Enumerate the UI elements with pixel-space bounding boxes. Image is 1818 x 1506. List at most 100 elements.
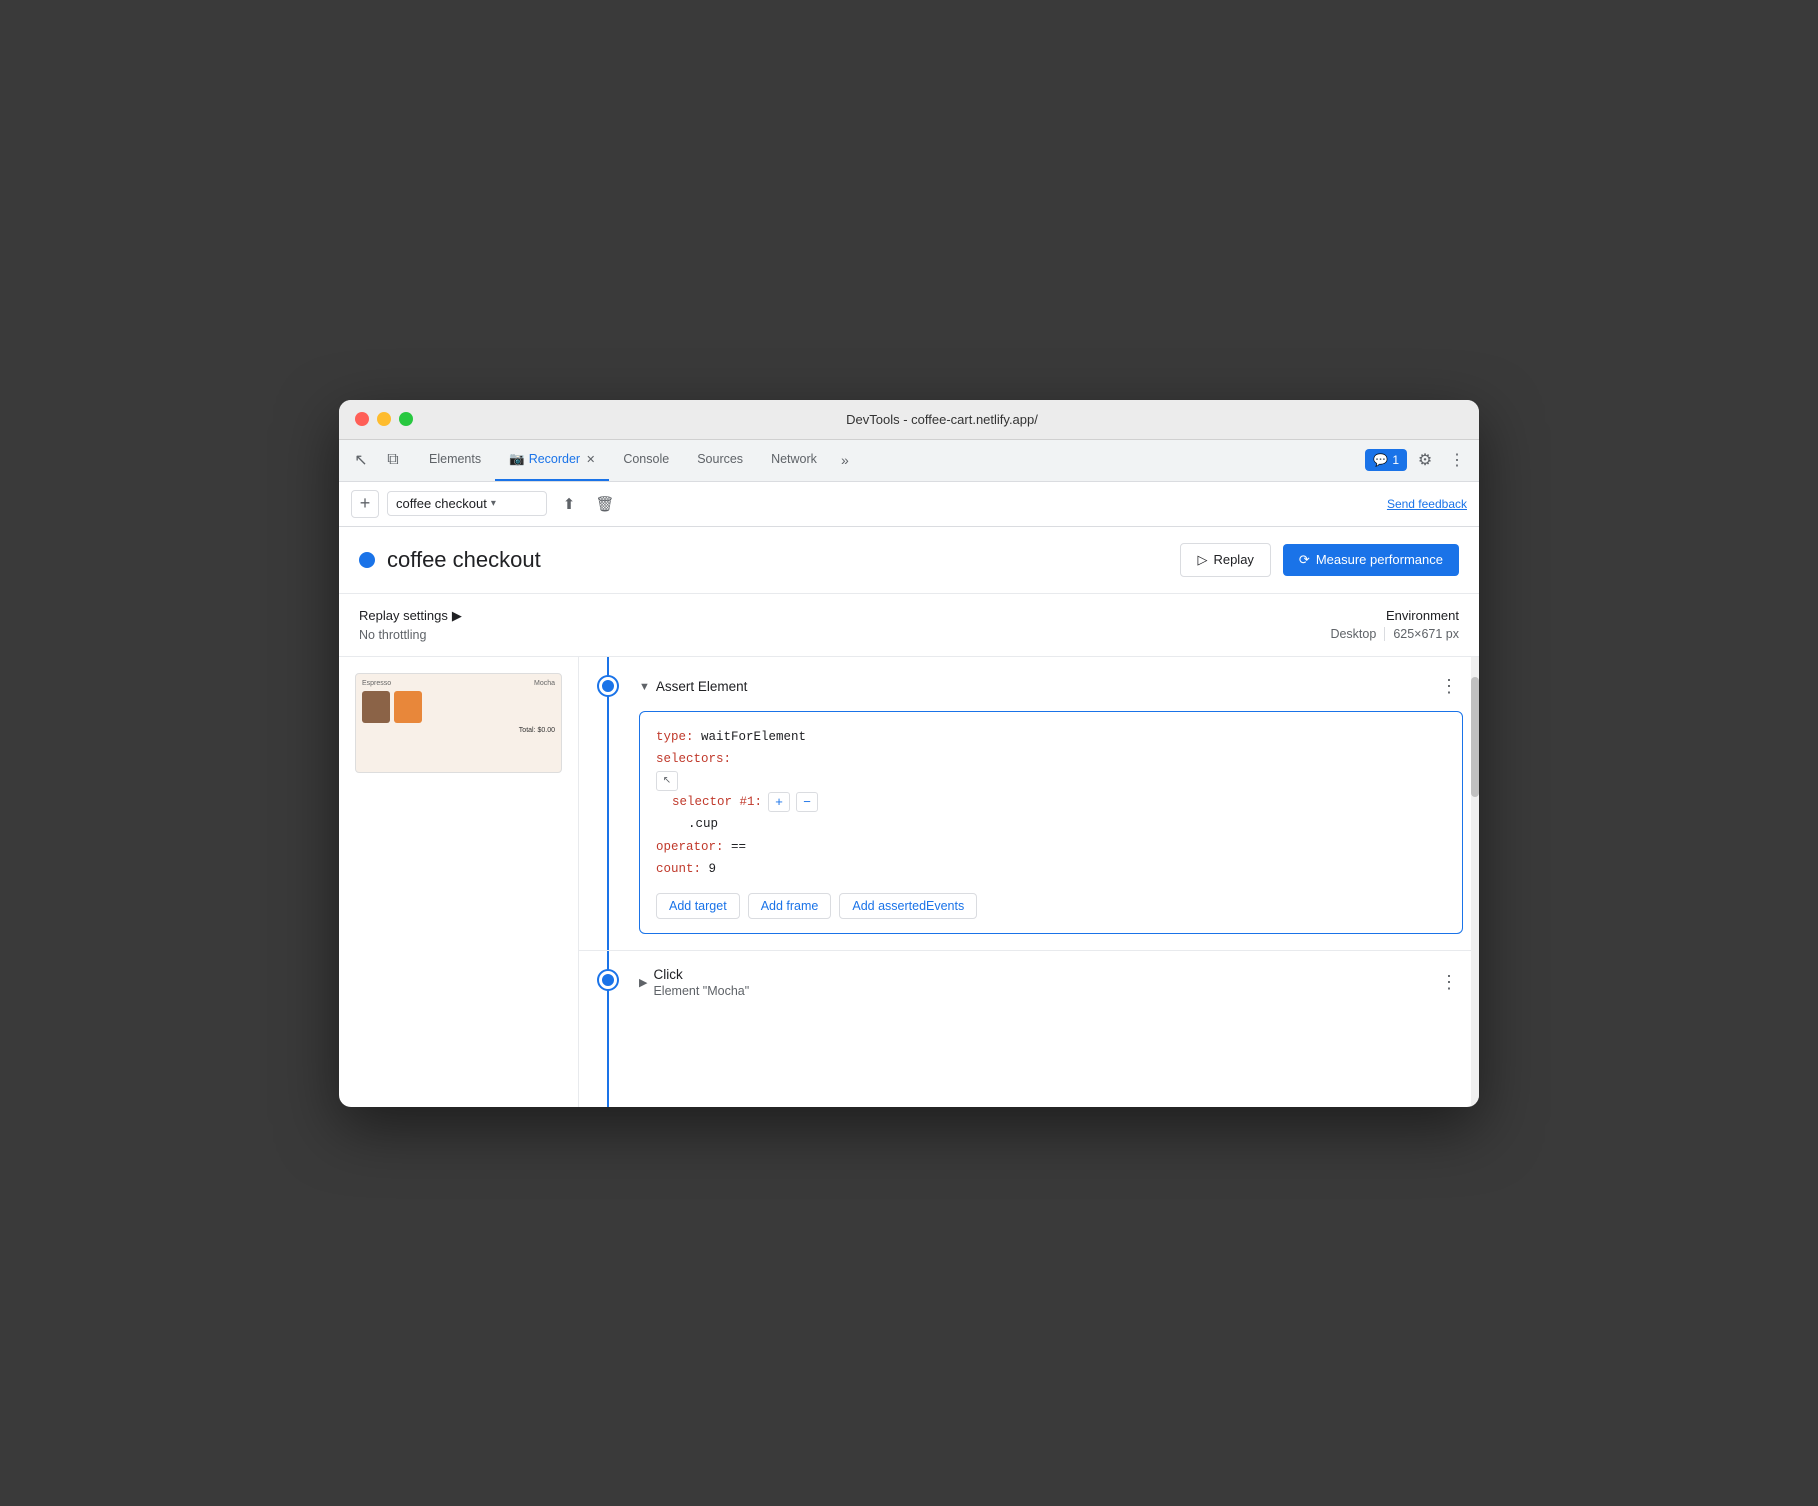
device-icon: ⧉: [387, 451, 398, 469]
gear-icon: ⚙: [1418, 450, 1432, 470]
thumb-col-mocha: Mocha: [534, 680, 555, 687]
click-step: ▶ Click Element "Mocha" ⋮: [579, 951, 1479, 1014]
dimensions-value: 625×671 px: [1393, 627, 1459, 641]
thumb-total: Total: $0.00: [362, 727, 555, 734]
recording-name-dropdown[interactable]: coffee checkout ▾: [387, 491, 547, 516]
notifications-count: 1: [1392, 453, 1399, 467]
tab-sources[interactable]: Sources: [683, 440, 757, 481]
add-frame-button[interactable]: Add frame: [748, 893, 832, 919]
selector-picker-button[interactable]: ↖: [656, 771, 678, 791]
step-name-assert: Assert Element: [656, 679, 748, 694]
delete-icon: 🗑: [595, 495, 614, 513]
throttling-value: No throttling: [359, 628, 462, 642]
scrollbar-thumb[interactable]: [1471, 677, 1479, 797]
click-step-name: Click: [653, 967, 749, 982]
send-feedback-link[interactable]: Send feedback: [1387, 497, 1467, 511]
divider: [1384, 627, 1385, 641]
click-step-header: ▶ Click Element "Mocha" ⋮: [639, 967, 1463, 998]
step-more-button-click[interactable]: ⋮: [1435, 968, 1463, 996]
selector-num-key: selector #1:: [672, 791, 762, 814]
type-value: waitForElement: [701, 730, 806, 744]
step-content-assert: type: waitForElement selectors: ↖ sel: [639, 711, 1463, 934]
more-tabs-button[interactable]: »: [831, 446, 859, 474]
step-toggle-assert[interactable]: ▼ Assert Element: [639, 679, 747, 694]
click-step-info: Click Element "Mocha": [653, 967, 749, 998]
selector-row: selector #1: + −: [672, 791, 1446, 814]
step-more-icon-assert: ⋮: [1440, 676, 1458, 697]
device-toggle-button[interactable]: ⧉: [379, 446, 407, 474]
delete-button[interactable]: 🗑: [591, 490, 619, 518]
count-value: 9: [709, 862, 717, 876]
environment-values: Desktop 625×671 px: [1330, 627, 1459, 641]
scrollbar[interactable]: [1471, 657, 1479, 1107]
maximize-button[interactable]: [399, 412, 413, 426]
remove-selector-button[interactable]: −: [796, 792, 818, 812]
minimize-button[interactable]: [377, 412, 391, 426]
tab-recorder[interactable]: 📷 Recorder ✕: [495, 440, 609, 481]
measure-performance-button[interactable]: ⟳ Measure performance: [1283, 544, 1459, 576]
settings-right: Environment Desktop 625×671 px: [1330, 608, 1459, 642]
chat-icon: 💬: [1373, 453, 1388, 467]
traffic-lights: [355, 412, 413, 426]
ellipsis-icon: ⋮: [1449, 450, 1465, 470]
thumb-item-mocha: [394, 691, 422, 723]
export-icon: ⬆: [563, 495, 576, 513]
notifications-button[interactable]: 💬 1: [1365, 449, 1407, 471]
code-count-line: count: 9: [656, 858, 1446, 881]
devtools-window: DevTools - coffee-cart.netlify.app/ ↖ ⧉ …: [339, 400, 1479, 1107]
type-key: type:: [656, 730, 694, 744]
replay-label: Replay: [1213, 552, 1253, 567]
tab-console-label: Console: [623, 452, 669, 466]
step-more-icon-click: ⋮: [1440, 972, 1458, 993]
thumb-title-row: Espresso Mocha: [362, 680, 555, 687]
code-operator-line: operator: ==: [656, 836, 1446, 859]
close-button[interactable]: [355, 412, 369, 426]
tab-elements-label: Elements: [429, 452, 481, 466]
tab-recorder-label: Recorder: [529, 452, 580, 466]
add-target-button[interactable]: Add target: [656, 893, 740, 919]
click-step-toggle[interactable]: ▶ Click Element "Mocha": [639, 967, 749, 998]
cursor-icon: ↖: [354, 450, 367, 470]
content-area: Espresso Mocha Total: $0.00 ▼ Asser: [339, 657, 1479, 1107]
recording-title: coffee checkout: [387, 547, 1168, 573]
recorder-toolbar: + coffee checkout ▾ ⬆ 🗑 Send feedback: [339, 482, 1479, 527]
environment-title: Environment: [1330, 608, 1459, 623]
chevron-right-icon[interactable]: ▶: [452, 608, 462, 624]
tab-close-icon[interactable]: ✕: [586, 453, 595, 466]
tab-console[interactable]: Console: [609, 440, 683, 481]
click-step-description: Element "Mocha": [653, 984, 749, 998]
step-actions: Add target Add frame Add assertedEvents: [656, 893, 1446, 919]
replay-settings-title: Replay settings ▶: [359, 608, 462, 624]
title-bar: DevTools - coffee-cart.netlify.app/: [339, 400, 1479, 440]
settings-button[interactable]: ⚙: [1411, 446, 1439, 474]
tab-sources-label: Sources: [697, 452, 743, 466]
add-asserted-events-button[interactable]: Add assertedEvents: [839, 893, 977, 919]
thumb-item-espresso: [362, 691, 390, 723]
count-key: count:: [656, 862, 701, 876]
step-dot-click: [599, 971, 617, 989]
code-selector-value-line: .cup: [656, 813, 1446, 836]
thumb-col-espresso: Espresso: [362, 680, 391, 687]
code-selectors-line: selectors: ↖: [656, 748, 1446, 791]
measure-icon: ⟳: [1299, 552, 1310, 568]
chevron-down-icon: ▾: [491, 498, 496, 509]
operator-key: operator:: [656, 840, 724, 854]
recording-status-dot: [359, 552, 375, 568]
export-button[interactable]: ⬆: [555, 490, 583, 518]
tab-elements[interactable]: Elements: [415, 440, 495, 481]
more-options-button[interactable]: ⋮: [1443, 446, 1471, 474]
window-title: DevTools - coffee-cart.netlify.app/: [421, 412, 1463, 427]
tab-network-label: Network: [771, 452, 817, 466]
tab-network[interactable]: Network: [757, 440, 831, 481]
operator-value: ==: [731, 840, 746, 854]
thumbnail-panel: Espresso Mocha Total: $0.00: [339, 657, 579, 1107]
step-more-button-assert[interactable]: ⋮: [1435, 673, 1463, 701]
step-arrow-assert: ▼: [639, 681, 650, 693]
add-recording-button[interactable]: +: [351, 490, 379, 518]
replay-settings-label: Replay settings: [359, 608, 448, 623]
replay-button[interactable]: ▷ Replay: [1180, 543, 1270, 577]
cursor-tool-button[interactable]: ↖: [347, 446, 375, 474]
add-selector-button[interactable]: +: [768, 792, 790, 812]
tabs-right: 💬 1 ⚙ ⋮: [1365, 446, 1471, 474]
play-icon: ▷: [1197, 552, 1207, 568]
